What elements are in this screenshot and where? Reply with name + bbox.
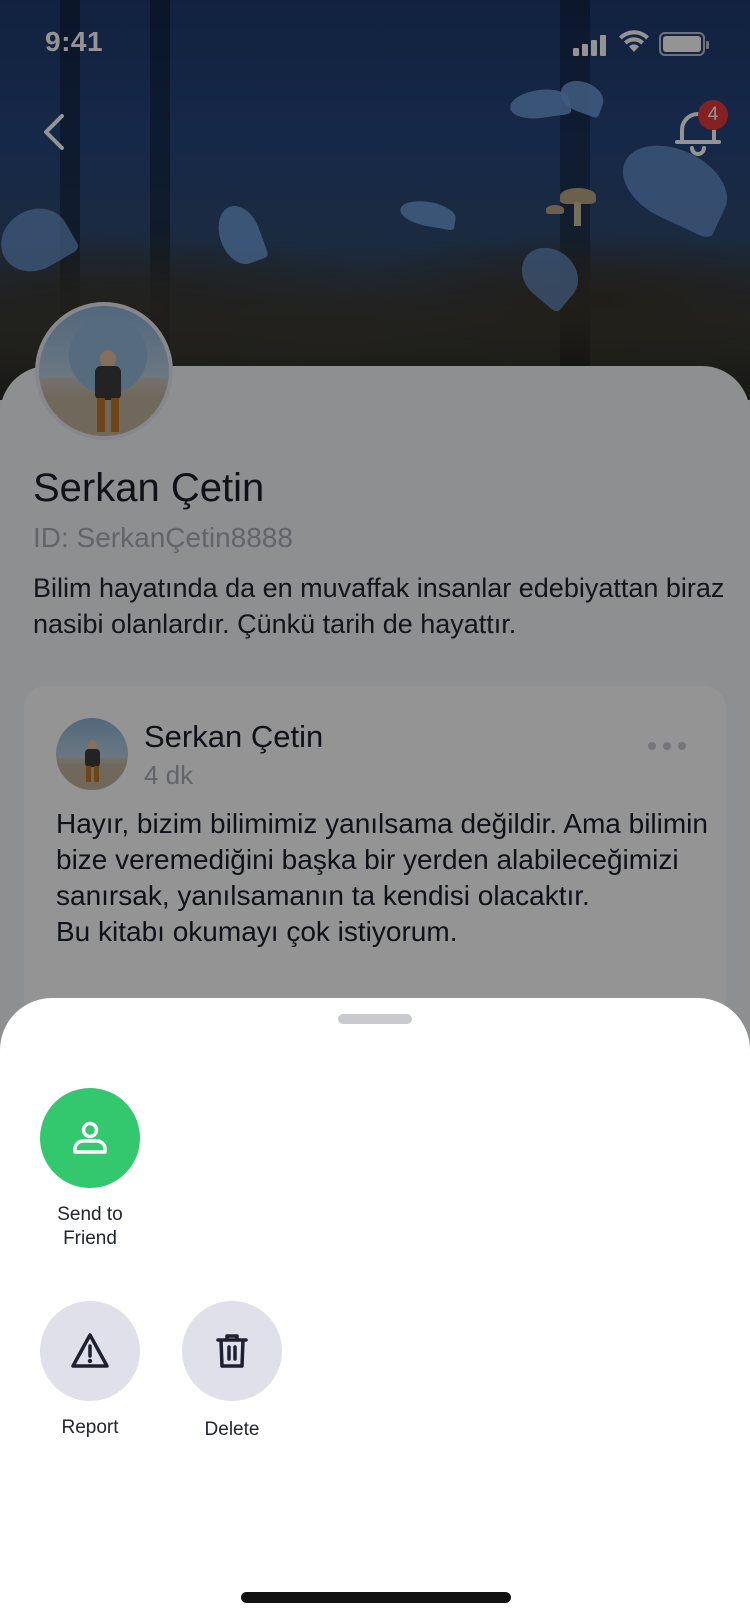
send-to-friend-label: Send to Friend <box>57 1204 123 1249</box>
sheet-grabber[interactable] <box>338 1014 412 1024</box>
screen: 9:41 4 Serkan Çetin ID: SerkanÇetin8888 … <box>0 0 750 1624</box>
warning-icon <box>71 1333 109 1368</box>
home-indicator <box>241 1592 511 1603</box>
trash-icon <box>216 1334 248 1368</box>
report-button[interactable] <box>40 1301 140 1401</box>
delete-button[interactable] <box>182 1301 282 1401</box>
delete-label: Delete <box>204 1419 260 1440</box>
person-icon <box>73 1121 107 1154</box>
send-to-friend-button[interactable] <box>40 1088 140 1188</box>
report-label: Report <box>61 1417 119 1438</box>
